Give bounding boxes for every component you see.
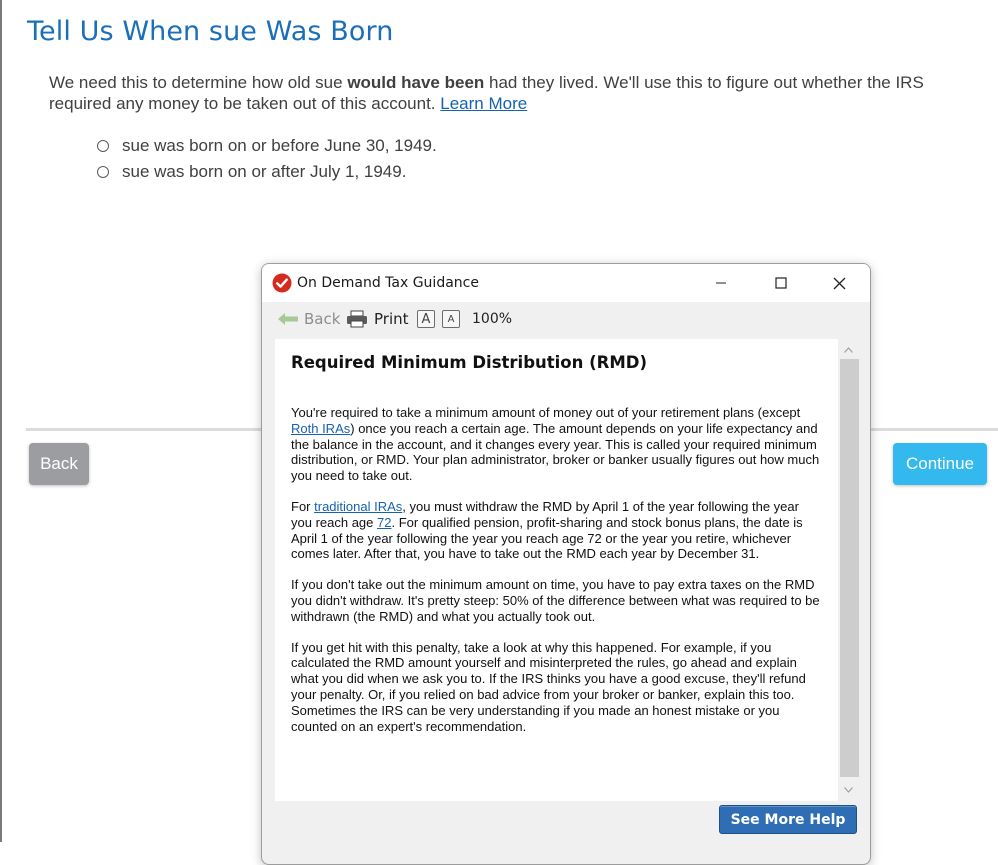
traditional-iras-link[interactable]: traditional IRAs (314, 499, 402, 514)
chevron-up-icon (844, 347, 853, 353)
window-left-border (0, 0, 2, 842)
radio-option-before[interactable]: sue was born on or before June 30, 1949. (97, 133, 437, 159)
font-larger-button[interactable]: A (417, 302, 435, 336)
toolbar-print-button[interactable]: Print (346, 302, 409, 336)
close-icon (833, 277, 845, 289)
article-paragraph-2: For traditional IRAs, you must withdraw … (291, 499, 822, 562)
radio-label[interactable]: sue was born on or before June 30, 1949. (122, 136, 437, 156)
radio-button[interactable] (97, 166, 109, 178)
paragraph-text: You're required to take a minimum amount… (291, 405, 801, 420)
scroll-up-button[interactable] (838, 341, 859, 359)
font-smaller-button[interactable]: A (442, 302, 460, 336)
toolbar-back-label: Back (304, 310, 341, 328)
toolbar-print-label: Print (374, 310, 409, 328)
font-larger-icon: A (417, 310, 435, 328)
continue-button[interactable]: Continue (893, 443, 987, 485)
article-paragraph-3: If you don't take out the minimum amount… (291, 577, 820, 624)
red-checkmark-icon (272, 273, 292, 293)
paragraph-text: For (291, 498, 315, 514)
intro-text-part1: We need this to determine how old sue (49, 73, 348, 92)
window-titlebar[interactable]: On Demand Tax Guidance (262, 264, 870, 302)
birthdate-radio-group: sue was born on or before June 30, 1949.… (97, 133, 437, 185)
maximize-icon (775, 277, 787, 289)
intro-text-bold: would have been (347, 73, 485, 92)
zoom-level: 100% (472, 311, 513, 327)
back-arrow-icon (278, 313, 298, 325)
guidance-article: Required Minimum Distribution (RMD) You'… (291, 353, 822, 749)
printer-icon (347, 310, 367, 328)
close-button[interactable] (810, 264, 868, 302)
paragraph-text: ) once you reach a certain age. The amou… (291, 420, 820, 484)
learn-more-link[interactable]: Learn More (440, 94, 527, 113)
scroll-down-button[interactable] (838, 781, 859, 799)
minimize-icon (716, 282, 726, 284)
tax-guidance-window: On Demand Tax Guidance Back Print A A 10… (261, 263, 871, 865)
roth-iras-link[interactable]: Roth IRAs (291, 421, 350, 436)
back-button[interactable]: Back (29, 443, 89, 485)
page-title: Tell Us When sue Was Born (27, 16, 394, 47)
age-72-link[interactable]: 72 (377, 515, 391, 530)
guidance-content: Required Minimum Distribution (RMD) You'… (275, 339, 859, 801)
window-title: On Demand Tax Guidance (297, 275, 479, 291)
maximize-button[interactable] (752, 264, 810, 302)
article-paragraph-4: If you get hit with this penalty, take a… (291, 639, 806, 734)
vertical-scrollbar[interactable] (838, 339, 859, 801)
article-heading: Required Minimum Distribution (RMD) (291, 353, 648, 372)
scrollbar-thumb[interactable] (840, 359, 859, 777)
font-smaller-icon: A (442, 310, 460, 328)
minimize-button[interactable] (692, 264, 750, 302)
toolbar-back-button[interactable]: Back (277, 302, 340, 336)
radio-button[interactable] (97, 140, 109, 152)
guidance-toolbar: Back Print A A 100% (262, 302, 870, 336)
intro-text: We need this to determine how old sue wo… (49, 72, 969, 114)
radio-label[interactable]: sue was born on or after July 1, 1949. (122, 162, 406, 182)
chevron-down-icon (844, 787, 853, 793)
article-paragraph-1: You're required to take a minimum amount… (291, 405, 822, 484)
see-more-help-button[interactable]: See More Help (719, 805, 857, 834)
radio-option-after[interactable]: sue was born on or after July 1, 1949. (97, 159, 437, 185)
